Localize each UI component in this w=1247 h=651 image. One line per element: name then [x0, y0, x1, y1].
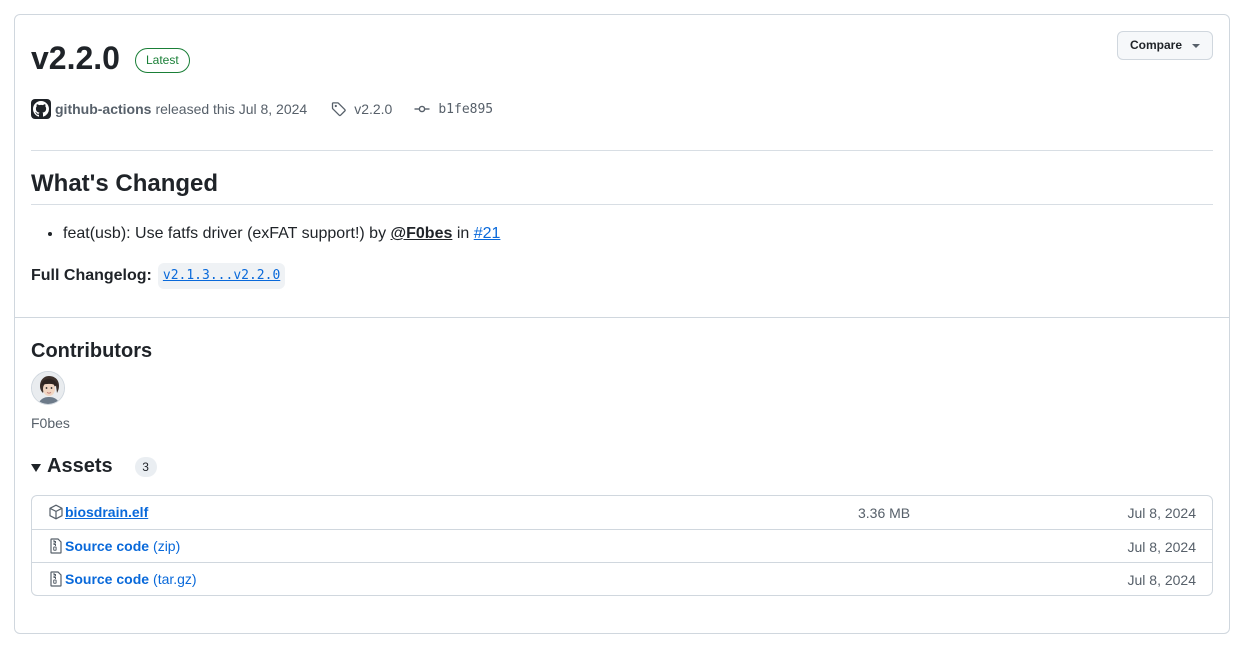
full-changelog: Full Changelog: v2.1.3...v2.2.0: [31, 263, 286, 289]
asset-date: Jul 8, 2024: [1127, 505, 1197, 521]
assets-heading: Assets: [47, 455, 113, 477]
assets-list: biosdrain.elf 3.36 MB Jul 8, 2024 Source…: [31, 495, 1213, 596]
release-actor[interactable]: github-actions: [55, 101, 151, 117]
changelog-compare-link[interactable]: v2.1.3...v2.2.0: [157, 263, 286, 289]
asset-row: Source code (tar.gz) Jul 8, 2024: [32, 562, 1212, 595]
asset-link[interactable]: biosdrain.elf: [65, 504, 148, 520]
tag-icon: [332, 102, 346, 117]
user-mention-link[interactable]: @F0bes: [391, 225, 453, 242]
contributor-name[interactable]: F0bes: [31, 415, 70, 431]
github-logo-icon: [33, 101, 49, 117]
git-commit-icon: [414, 105, 430, 113]
asset-row: biosdrain.elf 3.36 MB Jul 8, 2024: [32, 496, 1212, 529]
tag-label: v2.2.0: [354, 101, 393, 117]
release-meta: github-actions released this Jul 8, 2024…: [31, 98, 493, 120]
compare-button[interactable]: Compare: [1116, 31, 1213, 60]
file-zip-icon: [50, 538, 62, 554]
asset-link[interactable]: Source code: [65, 571, 149, 587]
asset-link[interactable]: Source code: [65, 538, 149, 554]
assets-count-badge: 3: [134, 456, 157, 477]
contributors-heading: Contributors: [31, 340, 153, 362]
package-icon: [49, 504, 63, 520]
assets-toggle[interactable]: Assets 3: [31, 455, 157, 478]
commit-link[interactable]: b1fe895: [414, 101, 493, 117]
whats-changed-heading: What's Changed: [31, 170, 219, 197]
release-header-section: v2.2.0 Latest Compare github-actions rel…: [15, 15, 1229, 318]
list-item: feat(usb): Use fatfs driver (exFAT suppo…: [63, 223, 500, 245]
commit-sha: b1fe895: [438, 101, 494, 117]
asset-date: Jul 8, 2024: [1127, 572, 1197, 588]
divider: [31, 204, 1213, 205]
caret-down-icon: [1192, 44, 1200, 48]
compare-label: Compare: [1129, 38, 1182, 52]
change-in-text: in: [452, 225, 474, 242]
pull-request-link[interactable]: #21: [474, 225, 501, 242]
release-title[interactable]: v2.2.0: [31, 39, 120, 77]
latest-badge: Latest: [135, 48, 190, 73]
asset-format[interactable]: (tar.gz): [153, 571, 197, 587]
change-text: feat(usb): Use fatfs driver (exFAT suppo…: [63, 225, 391, 242]
release-card: v2.2.0 Latest Compare github-actions rel…: [14, 14, 1230, 634]
divider: [31, 150, 1213, 151]
asset-date: Jul 8, 2024: [1127, 539, 1197, 555]
changelog-label: Full Changelog:: [31, 267, 152, 284]
github-actions-avatar[interactable]: [31, 99, 51, 119]
file-zip-icon: [50, 571, 62, 587]
avatar-icon: [32, 372, 64, 404]
released-text: released this Jul 8, 2024: [155, 101, 308, 117]
changes-list: feat(usb): Use fatfs driver (exFAT suppo…: [31, 223, 500, 245]
contributor-avatar[interactable]: [31, 371, 65, 405]
asset-size: 3.36 MB: [858, 505, 911, 521]
triangle-down-icon: [31, 463, 41, 472]
asset-row: Source code (zip) Jul 8, 2024: [32, 529, 1212, 562]
tag-link[interactable]: v2.2.0: [331, 101, 392, 117]
asset-format[interactable]: (zip): [153, 538, 180, 554]
